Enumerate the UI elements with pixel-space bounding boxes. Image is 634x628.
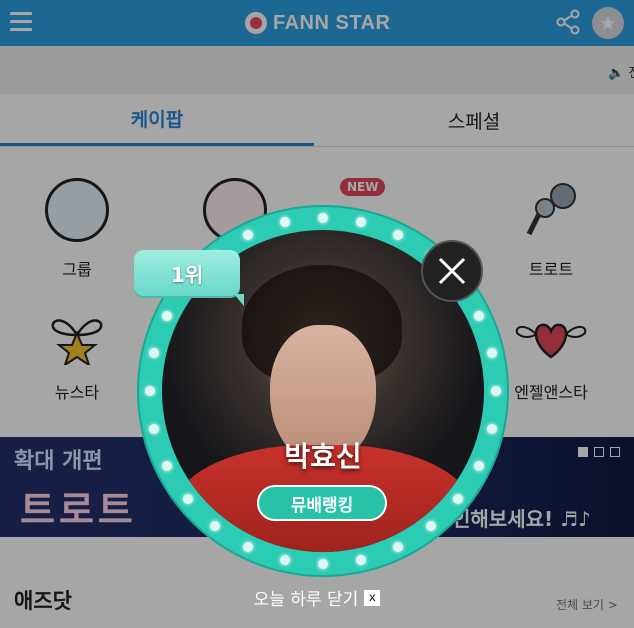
rank-badge: 1위: [134, 250, 244, 306]
ring-light: [162, 310, 173, 321]
ring-light: [242, 230, 253, 241]
close-button[interactable]: [421, 240, 483, 302]
ring-light: [279, 554, 290, 565]
dismiss-today[interactable]: 오늘 하루 닫기 x: [0, 585, 634, 610]
ring-light: [486, 424, 497, 435]
ranking-button[interactable]: 뮤배랭킹: [257, 485, 387, 521]
app-root: FANN STAR ★ 🔈 전 케이팝 스페셜 그룹 NEW 트로트: [0, 0, 634, 628]
ring-light: [473, 310, 484, 321]
ring-light: [242, 541, 253, 552]
artist-name: 박효신: [284, 440, 362, 473]
ring-light: [145, 386, 155, 396]
ring-light: [473, 461, 484, 472]
ring-light: [149, 347, 160, 358]
ring-light: [279, 217, 290, 228]
dismiss-close-icon[interactable]: x: [364, 589, 381, 606]
ring-light: [393, 541, 404, 552]
close-icon: [438, 257, 466, 285]
ring-light: [318, 559, 328, 569]
ring-light: [356, 217, 367, 228]
dismiss-today-label: 오늘 하루 닫기: [253, 590, 359, 610]
ring-light: [486, 347, 497, 358]
ring-light: [491, 386, 501, 396]
ring-light: [149, 424, 160, 435]
ring-light: [182, 493, 193, 504]
ring-light: [356, 554, 367, 565]
ring-light: [393, 230, 404, 241]
ring-light: [318, 213, 328, 223]
